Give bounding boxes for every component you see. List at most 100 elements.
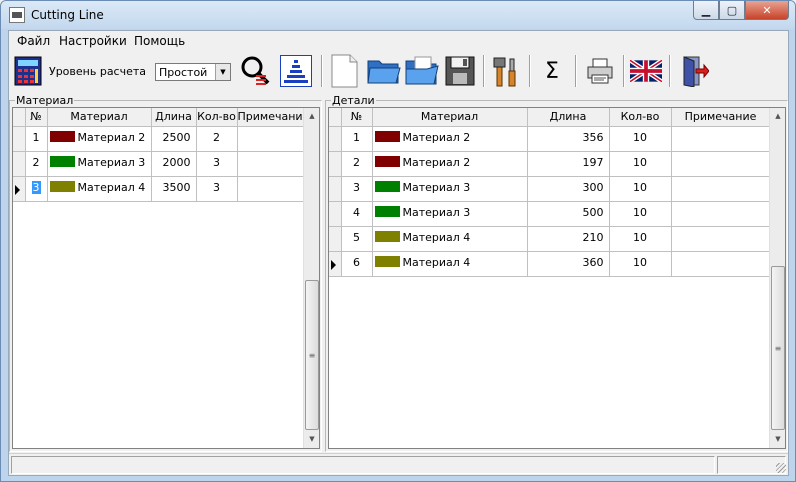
material-scrollbar[interactable]: ▲ ≡ ▼ — [303, 108, 319, 448]
cell-qty[interactable]: 10 — [609, 151, 672, 177]
close-button[interactable]: ✕ — [745, 1, 789, 20]
minimize-button[interactable]: ▁ — [693, 1, 719, 20]
col-header-material[interactable]: Материал — [372, 108, 528, 127]
cell-note[interactable] — [671, 201, 771, 227]
cell-note[interactable] — [671, 151, 771, 177]
col-header-length[interactable]: Длина — [527, 108, 610, 127]
table-row[interactable]: 3 Материал 4 3500 3 — [13, 176, 305, 202]
cell-note[interactable] — [671, 126, 771, 152]
cell-qty[interactable]: 10 — [609, 226, 672, 252]
level-select[interactable]: Простой ▼ — [155, 63, 231, 81]
cell-note[interactable] — [671, 226, 771, 252]
cell-num[interactable]: 3 — [341, 176, 373, 202]
scroll-down-icon[interactable]: ▼ — [304, 431, 319, 447]
cell-note[interactable] — [237, 151, 305, 177]
row-indicator[interactable] — [329, 176, 342, 202]
maximize-button[interactable]: ▢ — [719, 1, 745, 20]
scroll-up-icon[interactable]: ▲ — [304, 108, 319, 124]
col-header-note[interactable]: Примечание — [671, 108, 771, 127]
cell-qty[interactable]: 10 — [609, 251, 672, 277]
scroll-thumb[interactable]: ≡ — [305, 280, 319, 430]
row-indicator[interactable] — [329, 226, 342, 252]
scroll-up-icon[interactable]: ▲ — [770, 108, 785, 124]
resize-grip[interactable] — [776, 463, 786, 473]
cell-num[interactable]: 4 — [341, 201, 373, 227]
tools-icon[interactable] — [489, 54, 523, 88]
cell-num[interactable]: 3 — [25, 176, 48, 202]
details-scrollbar[interactable]: ▲ ≡ ▼ — [769, 108, 785, 448]
cell-qty[interactable]: 10 — [609, 126, 672, 152]
save-disk-icon[interactable] — [443, 54, 477, 88]
row-indicator[interactable] — [329, 126, 342, 152]
col-header-qty[interactable]: Кол-во — [196, 108, 238, 127]
col-header-num[interactable]: № — [25, 108, 48, 127]
scroll-down-icon[interactable]: ▼ — [770, 431, 785, 447]
cell-length[interactable]: 360 — [527, 251, 610, 277]
cell-length[interactable]: 300 — [527, 176, 610, 202]
search-report-icon[interactable] — [239, 54, 273, 88]
cell-material[interactable]: Материал 3 — [372, 176, 528, 202]
row-indicator[interactable] — [13, 126, 26, 152]
col-header-length[interactable]: Длина — [151, 108, 197, 127]
cell-qty[interactable]: 3 — [196, 151, 238, 177]
calculator-icon[interactable] — [11, 54, 45, 88]
row-indicator[interactable] — [13, 151, 26, 177]
row-indicator[interactable] — [13, 176, 26, 202]
cell-num[interactable]: 1 — [25, 126, 48, 152]
col-header-note[interactable]: Примечание — [237, 108, 305, 127]
table-row[interactable]: 1 Материал 2 2500 2 — [13, 126, 305, 152]
cell-length[interactable]: 210 — [527, 226, 610, 252]
exit-door-icon[interactable] — [677, 54, 711, 88]
cell-material[interactable]: Материал 3 — [372, 201, 528, 227]
cell-material[interactable]: Материал 2 — [372, 126, 528, 152]
scroll-thumb[interactable]: ≡ — [771, 266, 785, 430]
cell-num[interactable]: 1 — [341, 126, 373, 152]
cell-material[interactable]: Материал 2 — [372, 151, 528, 177]
title-bar[interactable]: Cutting Line ▁ ▢ ✕ — [1, 1, 795, 29]
table-row[interactable]: 4 Материал 3 500 10 — [329, 201, 771, 227]
cell-qty[interactable]: 2 — [196, 126, 238, 152]
table-row[interactable]: 5 Материал 4 210 10 — [329, 226, 771, 252]
pyramid-icon[interactable] — [279, 54, 313, 88]
cell-note[interactable] — [237, 176, 305, 202]
row-indicator[interactable] — [329, 151, 342, 177]
cell-material[interactable]: Материал 4 — [47, 176, 152, 202]
cell-qty[interactable]: 10 — [609, 201, 672, 227]
cell-length[interactable]: 2000 — [151, 151, 197, 177]
open-folder-alt-icon[interactable] — [405, 54, 439, 88]
row-indicator[interactable] — [329, 251, 342, 277]
chevron-down-icon[interactable]: ▼ — [215, 64, 230, 80]
cell-length[interactable]: 356 — [527, 126, 610, 152]
material-grid[interactable]: № Материал Длина Кол-во Примечание 1 Мате… — [12, 107, 320, 449]
app-icon[interactable] — [9, 7, 25, 23]
cell-material[interactable]: Материал 4 — [372, 251, 528, 277]
cell-num[interactable]: 2 — [341, 151, 373, 177]
sigma-icon[interactable]: Σ — [535, 54, 569, 88]
open-folder-icon[interactable] — [367, 54, 401, 88]
cell-num[interactable]: 2 — [25, 151, 48, 177]
menu-file[interactable]: Файл — [17, 34, 50, 48]
cell-length[interactable]: 197 — [527, 151, 610, 177]
cell-note[interactable] — [237, 126, 305, 152]
cell-material[interactable]: Материал 4 — [372, 226, 528, 252]
uk-flag-icon[interactable] — [629, 54, 663, 88]
table-row[interactable]: 6 Материал 4 360 10 — [329, 251, 771, 277]
row-indicator[interactable] — [329, 201, 342, 227]
printer-icon[interactable] — [583, 54, 617, 88]
cell-length[interactable]: 500 — [527, 201, 610, 227]
cell-length[interactable]: 3500 — [151, 176, 197, 202]
cell-material[interactable]: Материал 2 — [47, 126, 152, 152]
new-document-icon[interactable] — [327, 54, 361, 88]
menu-help[interactable]: Помощь — [134, 34, 185, 48]
table-row[interactable]: 2 Материал 2 197 10 — [329, 151, 771, 177]
details-grid[interactable]: № Материал Длина Кол-во Примечание 1 Мате… — [328, 107, 786, 449]
cell-qty[interactable]: 10 — [609, 176, 672, 202]
col-header-qty[interactable]: Кол-во — [609, 108, 672, 127]
table-row[interactable]: 1 Материал 2 356 10 — [329, 126, 771, 152]
cell-num[interactable]: 6 — [341, 251, 373, 277]
cell-length[interactable]: 2500 — [151, 126, 197, 152]
menu-settings[interactable]: Настройки — [59, 34, 127, 48]
table-row[interactable]: 2 Материал 3 2000 3 — [13, 151, 305, 177]
cell-material[interactable]: Материал 3 — [47, 151, 152, 177]
cell-note[interactable] — [671, 251, 771, 277]
